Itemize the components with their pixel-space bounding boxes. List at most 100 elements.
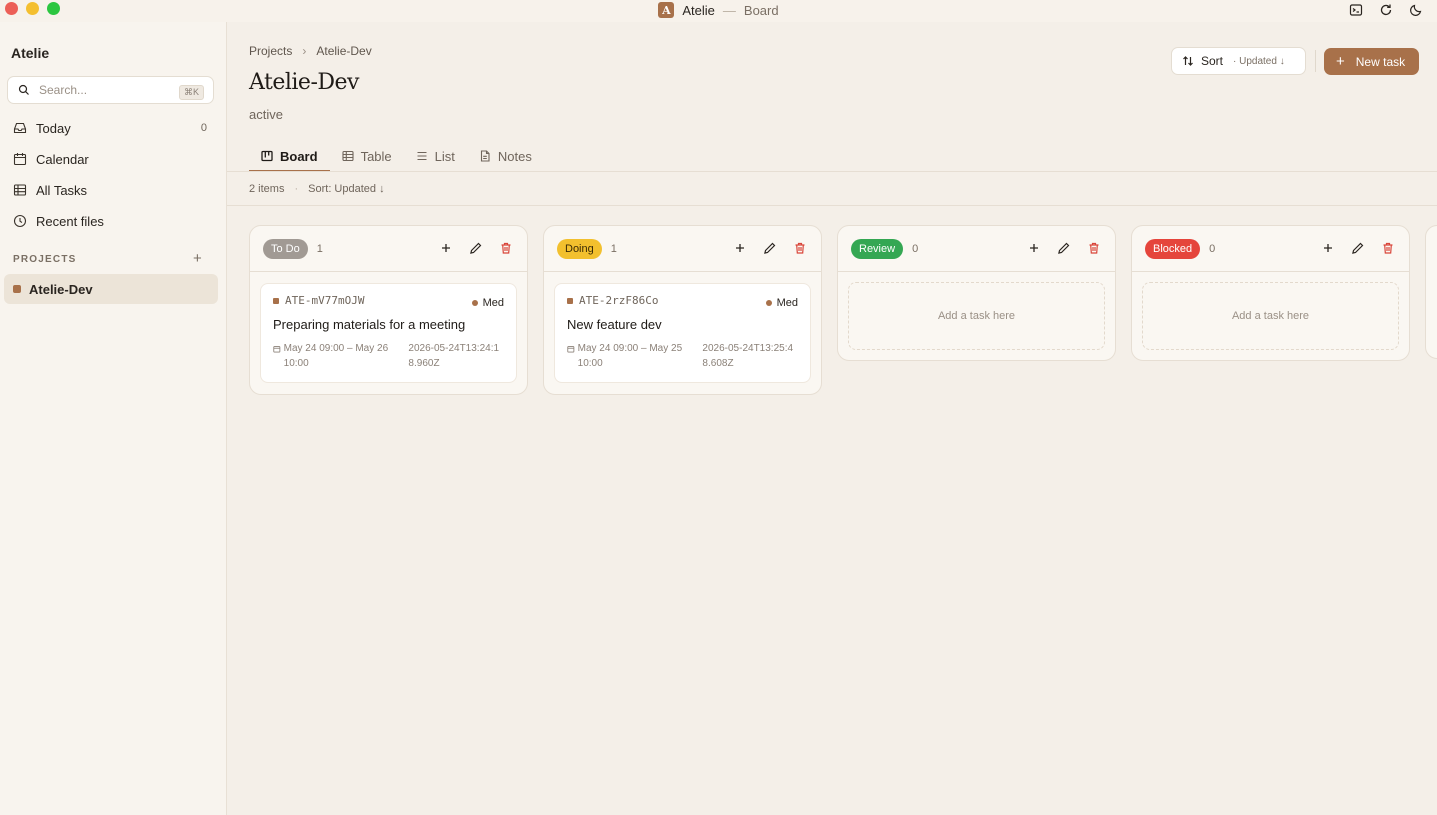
column-header: To Do 1: [250, 226, 527, 272]
sort-arrows-icon: [1183, 56, 1193, 66]
trash-icon[interactable]: [499, 241, 513, 255]
task-title: Preparing materials for a meeting: [273, 317, 466, 332]
tab-label: Board: [280, 148, 318, 164]
status-badge: Review: [851, 238, 904, 259]
priority-label: Med: [776, 297, 798, 309]
pencil-icon[interactable]: [1057, 241, 1071, 255]
minimize-window-button[interactable]: [26, 2, 39, 15]
task-id: ATE-mV77mOJW: [273, 294, 504, 307]
window-controls: [5, 2, 60, 15]
sidebar-item-label: Calendar: [36, 151, 89, 167]
project-color-swatch: [567, 297, 573, 304]
task-card[interactable]: ATE-mV77mOJW Med Preparing materials for…: [260, 283, 517, 383]
breadcrumb-projects-link[interactable]: Projects: [249, 44, 292, 58]
pencil-icon[interactable]: [763, 241, 777, 255]
status-badge: Doing: [557, 238, 602, 259]
task-date-range: May 24 09:00 – May 26 10:00: [283, 343, 389, 369]
meta-divider: [227, 205, 1437, 206]
inbox-icon: [13, 122, 27, 134]
add-task-icon[interactable]: [1321, 241, 1335, 255]
breadcrumb-separator: ›: [302, 44, 307, 58]
close-window-button[interactable]: [5, 2, 18, 15]
tab-list[interactable]: List: [404, 140, 467, 172]
board-column-review: Review 0 Add a task here: [837, 225, 1116, 361]
window-view-name: Board: [743, 2, 779, 18]
tab-label: Table: [360, 148, 392, 164]
refresh-icon[interactable]: [1379, 3, 1393, 17]
notes-icon: [480, 150, 490, 162]
trash-icon[interactable]: [793, 241, 807, 255]
new-task-button[interactable]: + New task: [1324, 48, 1419, 75]
add-project-button[interactable]: +: [193, 250, 202, 267]
projects-section-label: PROJECTS: [13, 254, 77, 265]
column-actions: [733, 241, 807, 255]
app-logo-icon: A: [658, 2, 675, 18]
sidebar-item-project-atelie-dev[interactable]: Atelie-Dev: [4, 274, 218, 304]
trash-icon[interactable]: [1087, 241, 1101, 255]
sort-status: Sort: Updated ↓: [308, 183, 385, 195]
empty-drop-zone[interactable]: Add a task here: [1142, 282, 1399, 350]
sidebar-item-recent-files[interactable]: Recent files: [4, 207, 218, 235]
board-column-blocked: Blocked 0 Add a task here: [1131, 225, 1410, 361]
column-count: 0: [1209, 242, 1216, 255]
task-card[interactable]: ATE-2rzF86Co Med New feature dev May 24 …: [554, 283, 811, 383]
titlebar-actions: [1349, 3, 1423, 17]
column-actions: [1321, 241, 1395, 255]
pencil-icon[interactable]: [469, 241, 483, 255]
status-badge: To Do: [263, 238, 308, 259]
calendar-icon: [567, 346, 575, 353]
task-id: ATE-2rzF86Co: [567, 294, 798, 307]
column-actions: [439, 241, 513, 255]
header-divider: [1315, 50, 1316, 72]
task-id-text: ATE-mV77mOJW: [285, 294, 365, 307]
table-icon: [342, 150, 354, 162]
task-updated-timestamp: 2026-05-24T13:25:48.608Z: [702, 343, 794, 369]
moon-icon[interactable]: [1409, 3, 1423, 17]
board-column-todo: To Do 1 ATE-mV77mOJW Med Preparing mater…: [249, 225, 528, 395]
search-box[interactable]: ⌘K: [7, 76, 214, 104]
column-actions: [1027, 241, 1101, 255]
today-count-badge: 0: [200, 122, 207, 134]
task-title: New feature dev: [567, 317, 662, 332]
window-app-name: Atelie: [682, 2, 715, 18]
calendar-icon: [13, 153, 27, 166]
column-count: 1: [610, 242, 617, 255]
board-column-doing: Doing 1 ATE-2rzF86Co Med New feature dev…: [543, 225, 822, 395]
meta-separator: ·: [294, 183, 299, 195]
column-header: Blocked 0: [1132, 226, 1409, 272]
window-title: A Atelie — Board: [658, 2, 779, 18]
sort-current-value: · Updated ↓: [1233, 55, 1285, 67]
project-color-swatch: [13, 285, 21, 293]
calendar-icon: [273, 346, 281, 353]
pencil-icon[interactable]: [1351, 241, 1365, 255]
tab-label: List: [434, 148, 455, 164]
sidebar-item-all-tasks[interactable]: All Tasks: [4, 176, 218, 204]
add-task-icon[interactable]: [1027, 241, 1041, 255]
trash-icon[interactable]: [1381, 241, 1395, 255]
tab-board[interactable]: Board: [249, 140, 330, 172]
sidebar: Atelie ⌘K Today 0 Calendar All Tasks Rec…: [0, 22, 227, 815]
breadcrumb: Projects › Atelie-Dev: [249, 44, 372, 58]
priority-label: Med: [482, 297, 504, 309]
project-color-swatch: [273, 297, 279, 304]
tab-notes[interactable]: Notes: [467, 140, 544, 172]
empty-drop-zone[interactable]: Add a task here: [848, 282, 1105, 350]
column-header: Review 0: [838, 226, 1115, 272]
column-count: 1: [316, 242, 323, 255]
add-task-icon[interactable]: [733, 241, 747, 255]
add-task-icon[interactable]: [439, 241, 453, 255]
status-badge: Blocked: [1145, 238, 1201, 259]
new-task-button-label: New task: [1355, 54, 1406, 69]
sort-button[interactable]: Sort · Updated ↓: [1171, 47, 1306, 75]
priority-badge: Med: [765, 297, 798, 309]
task-date-range: May 24 09:00 – May 25 10:00: [577, 343, 683, 369]
sidebar-item-calendar[interactable]: Calendar: [4, 145, 218, 173]
item-count: 2 items: [249, 183, 285, 195]
sidebar-item-today[interactable]: Today 0: [4, 114, 218, 142]
zoom-window-button[interactable]: [47, 2, 60, 15]
plus-icon: +: [1336, 53, 1345, 70]
terminal-icon[interactable]: [1349, 3, 1363, 17]
tab-table[interactable]: Table: [330, 140, 404, 172]
sidebar-item-label: Recent files: [36, 213, 104, 229]
search-input[interactable]: [39, 83, 169, 97]
